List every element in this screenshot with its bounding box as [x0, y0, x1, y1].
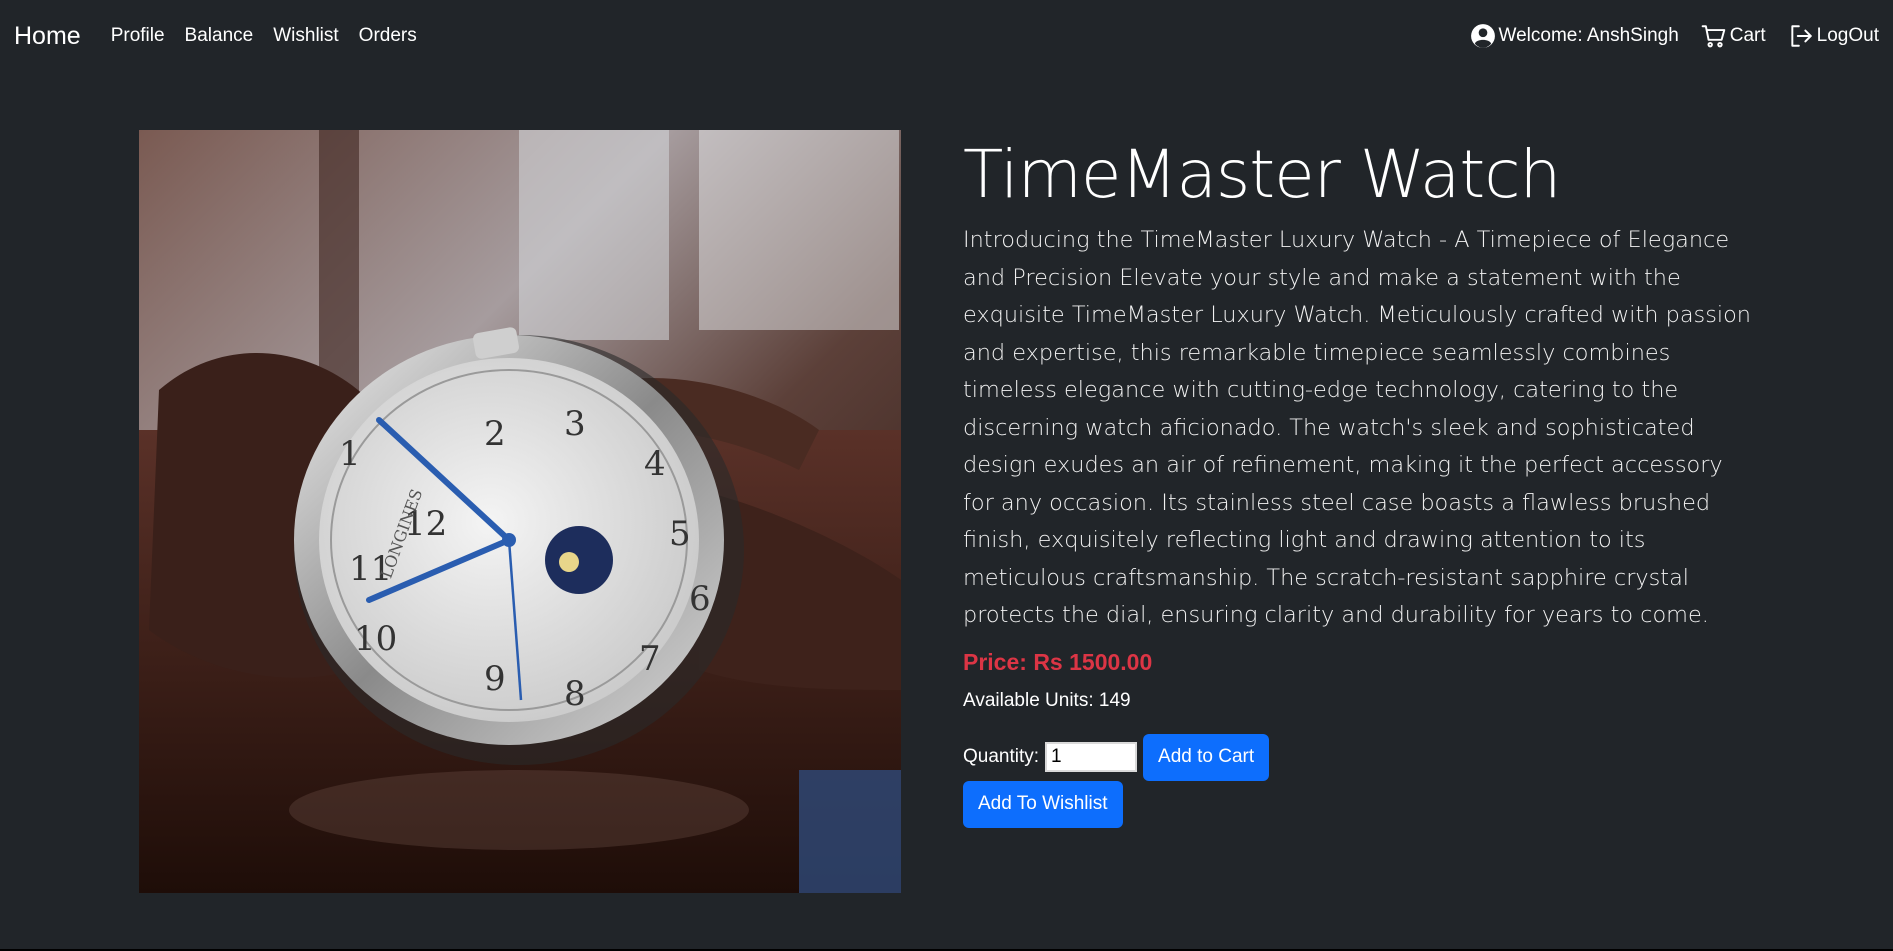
- cart-link[interactable]: Cart: [1701, 23, 1766, 49]
- quantity-label: Quantity:: [963, 746, 1040, 767]
- add-to-cart-button[interactable]: Add to Cart: [1143, 733, 1270, 781]
- svg-text:6: 6: [689, 579, 711, 619]
- quantity-input[interactable]: [1045, 742, 1138, 772]
- add-to-wishlist-button[interactable]: Add To Wishlist: [963, 780, 1123, 828]
- user-circle-icon: [1470, 24, 1495, 48]
- cart-icon: [1701, 25, 1726, 48]
- product-description: Introducing the TimeMaster Luxury Watch …: [963, 227, 1751, 628]
- logout-link[interactable]: LogOut: [1788, 23, 1879, 49]
- logout-icon: [1791, 25, 1812, 47]
- svg-text:5: 5: [669, 514, 691, 554]
- svg-text:8: 8: [564, 674, 586, 714]
- svg-text:2: 2: [484, 414, 506, 454]
- navbar: Home Profile Balance Wishlist Orders Wel…: [0, 0, 1893, 72]
- product-title: TimeMaster Watch: [963, 136, 1561, 213]
- nav-link-orders[interactable]: Orders: [359, 25, 417, 47]
- product-details: TimeMaster Watch Introducing the TimeMas…: [963, 132, 1753, 828]
- cart-label: Cart: [1729, 25, 1766, 46]
- svg-text:4: 4: [644, 444, 666, 484]
- svg-text:3: 3: [564, 404, 586, 444]
- nav-link-profile[interactable]: Profile: [111, 25, 165, 47]
- product-price: Price: Rs 1500.00: [963, 648, 1153, 675]
- available-units: Available Units: 149: [963, 689, 1131, 711]
- watch-image: 12 2 3 4 5 6 7 8 9 10 11 1 LONGINES: [139, 130, 901, 893]
- welcome-user-link[interactable]: Welcome: AnshSingh: [1470, 23, 1679, 49]
- svg-text:10: 10: [354, 619, 397, 659]
- quantity-row: Quantity: Add to Cart: [963, 733, 1753, 781]
- nav-link-wishlist[interactable]: Wishlist: [273, 25, 338, 47]
- svg-text:1: 1: [339, 434, 361, 474]
- nav-right: Welcome: AnshSingh Cart LogOut: [1448, 23, 1879, 49]
- svg-text:9: 9: [484, 659, 506, 699]
- nav-left: Home Profile Balance Wishlist Orders: [14, 22, 437, 51]
- nav-link-balance[interactable]: Balance: [185, 25, 254, 47]
- welcome-label: Welcome: AnshSingh: [1498, 25, 1679, 46]
- logout-label: LogOut: [1816, 25, 1879, 46]
- home-link[interactable]: Home: [14, 22, 81, 51]
- svg-text:7: 7: [639, 639, 661, 679]
- product-image: 12 2 3 4 5 6 7 8 9 10 11 1 LONGINES: [139, 130, 901, 893]
